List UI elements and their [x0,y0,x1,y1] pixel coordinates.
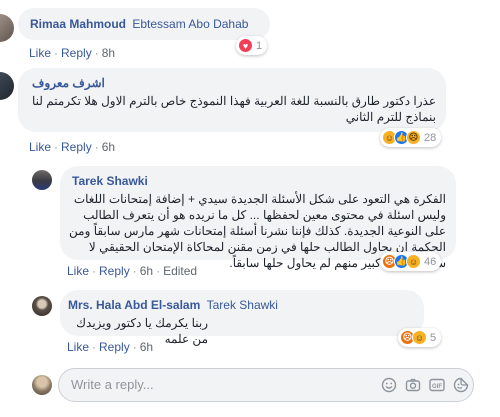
comment-timestamp[interactable]: 8h [102,46,115,60]
reaction-summary[interactable]: ☹ 👍 ☺ 46 [380,252,442,271]
comment-timestamp[interactable]: 6h [102,140,115,154]
like-link[interactable]: Like [29,46,51,60]
like-link[interactable]: Like [67,340,89,354]
like-link[interactable]: Like [29,140,51,154]
avatar[interactable] [0,72,14,100]
comment-bubble: Rimaa Mahmoud Ebtessam Abo Dahab [18,8,270,40]
reaction-summary[interactable]: ☺ 👍 ☹ 28 [380,128,442,147]
reaction-summary[interactable]: ☹ ☺ 5 [398,328,442,347]
reply-link[interactable]: Reply [61,140,92,154]
reply-link[interactable]: Reply [61,46,92,60]
comment-author[interactable]: اشرف معروف [32,76,105,90]
reaction-count: 46 [424,255,437,268]
haha-reaction-icon: ☺ [406,254,421,269]
reply-box[interactable]: GIF [58,368,474,402]
comment-actions: Like · Reply · 6h · Edited [67,264,198,278]
comment-text: عذرا دكتور طارق بالنسبة للغة العربية فهذ… [32,94,436,124]
reply-link[interactable]: Reply [99,340,130,354]
camera-icon[interactable] [405,377,421,393]
tagged-user[interactable]: Ebtessam Abo Dahab [132,17,248,31]
reaction-count: 1 [256,39,263,52]
comment-actions: Like · Reply · 6h [67,340,154,354]
avatar[interactable] [0,14,14,42]
like-link[interactable]: Like [67,264,89,278]
comment-actions: Like · Reply · 8h [29,46,116,60]
tagged-user[interactable]: Tarek Shawki [207,298,278,312]
avatar[interactable] [32,170,52,190]
comment-bubble: اشرف معروف عذرا دكتور طارق بالنسبة للغة … [18,68,446,132]
svg-text:GIF: GIF [432,384,442,390]
reply-input[interactable] [71,369,291,401]
reply-link[interactable]: Reply [99,264,130,278]
comment-author[interactable]: Mrs. Hala Abd El-salam [68,298,200,312]
reaction-count: 5 [430,331,437,344]
comment-timestamp[interactable]: 6h [140,340,153,354]
comment-bubble: Tarek Shawki الفكرة هي التعود على شكل ال… [60,166,456,270]
sad-reaction-icon: ☹ [406,130,421,145]
love-reaction-icon: ♥ [238,38,253,53]
edited-label[interactable]: Edited [163,264,197,278]
reaction-summary[interactable]: ♥ 1 [236,36,268,55]
comment-actions: Like · Reply · 6h [29,140,116,154]
gif-icon[interactable]: GIF [429,377,445,393]
comment-author[interactable]: Rimaa Mahmoud [30,17,126,31]
current-user-avatar [32,375,52,395]
sticker-icon[interactable] [453,377,469,393]
comment-author[interactable]: Tarek Shawki [72,174,148,188]
comment-timestamp[interactable]: 6h [140,264,153,278]
reaction-count: 28 [424,131,437,144]
avatar[interactable] [32,296,52,316]
emoji-icon[interactable] [381,377,397,393]
haha-reaction-icon: ☺ [412,330,427,345]
comment-bubble: Mrs. Hala Abd El-salam Tarek Shawki ربنا… [60,290,424,346]
